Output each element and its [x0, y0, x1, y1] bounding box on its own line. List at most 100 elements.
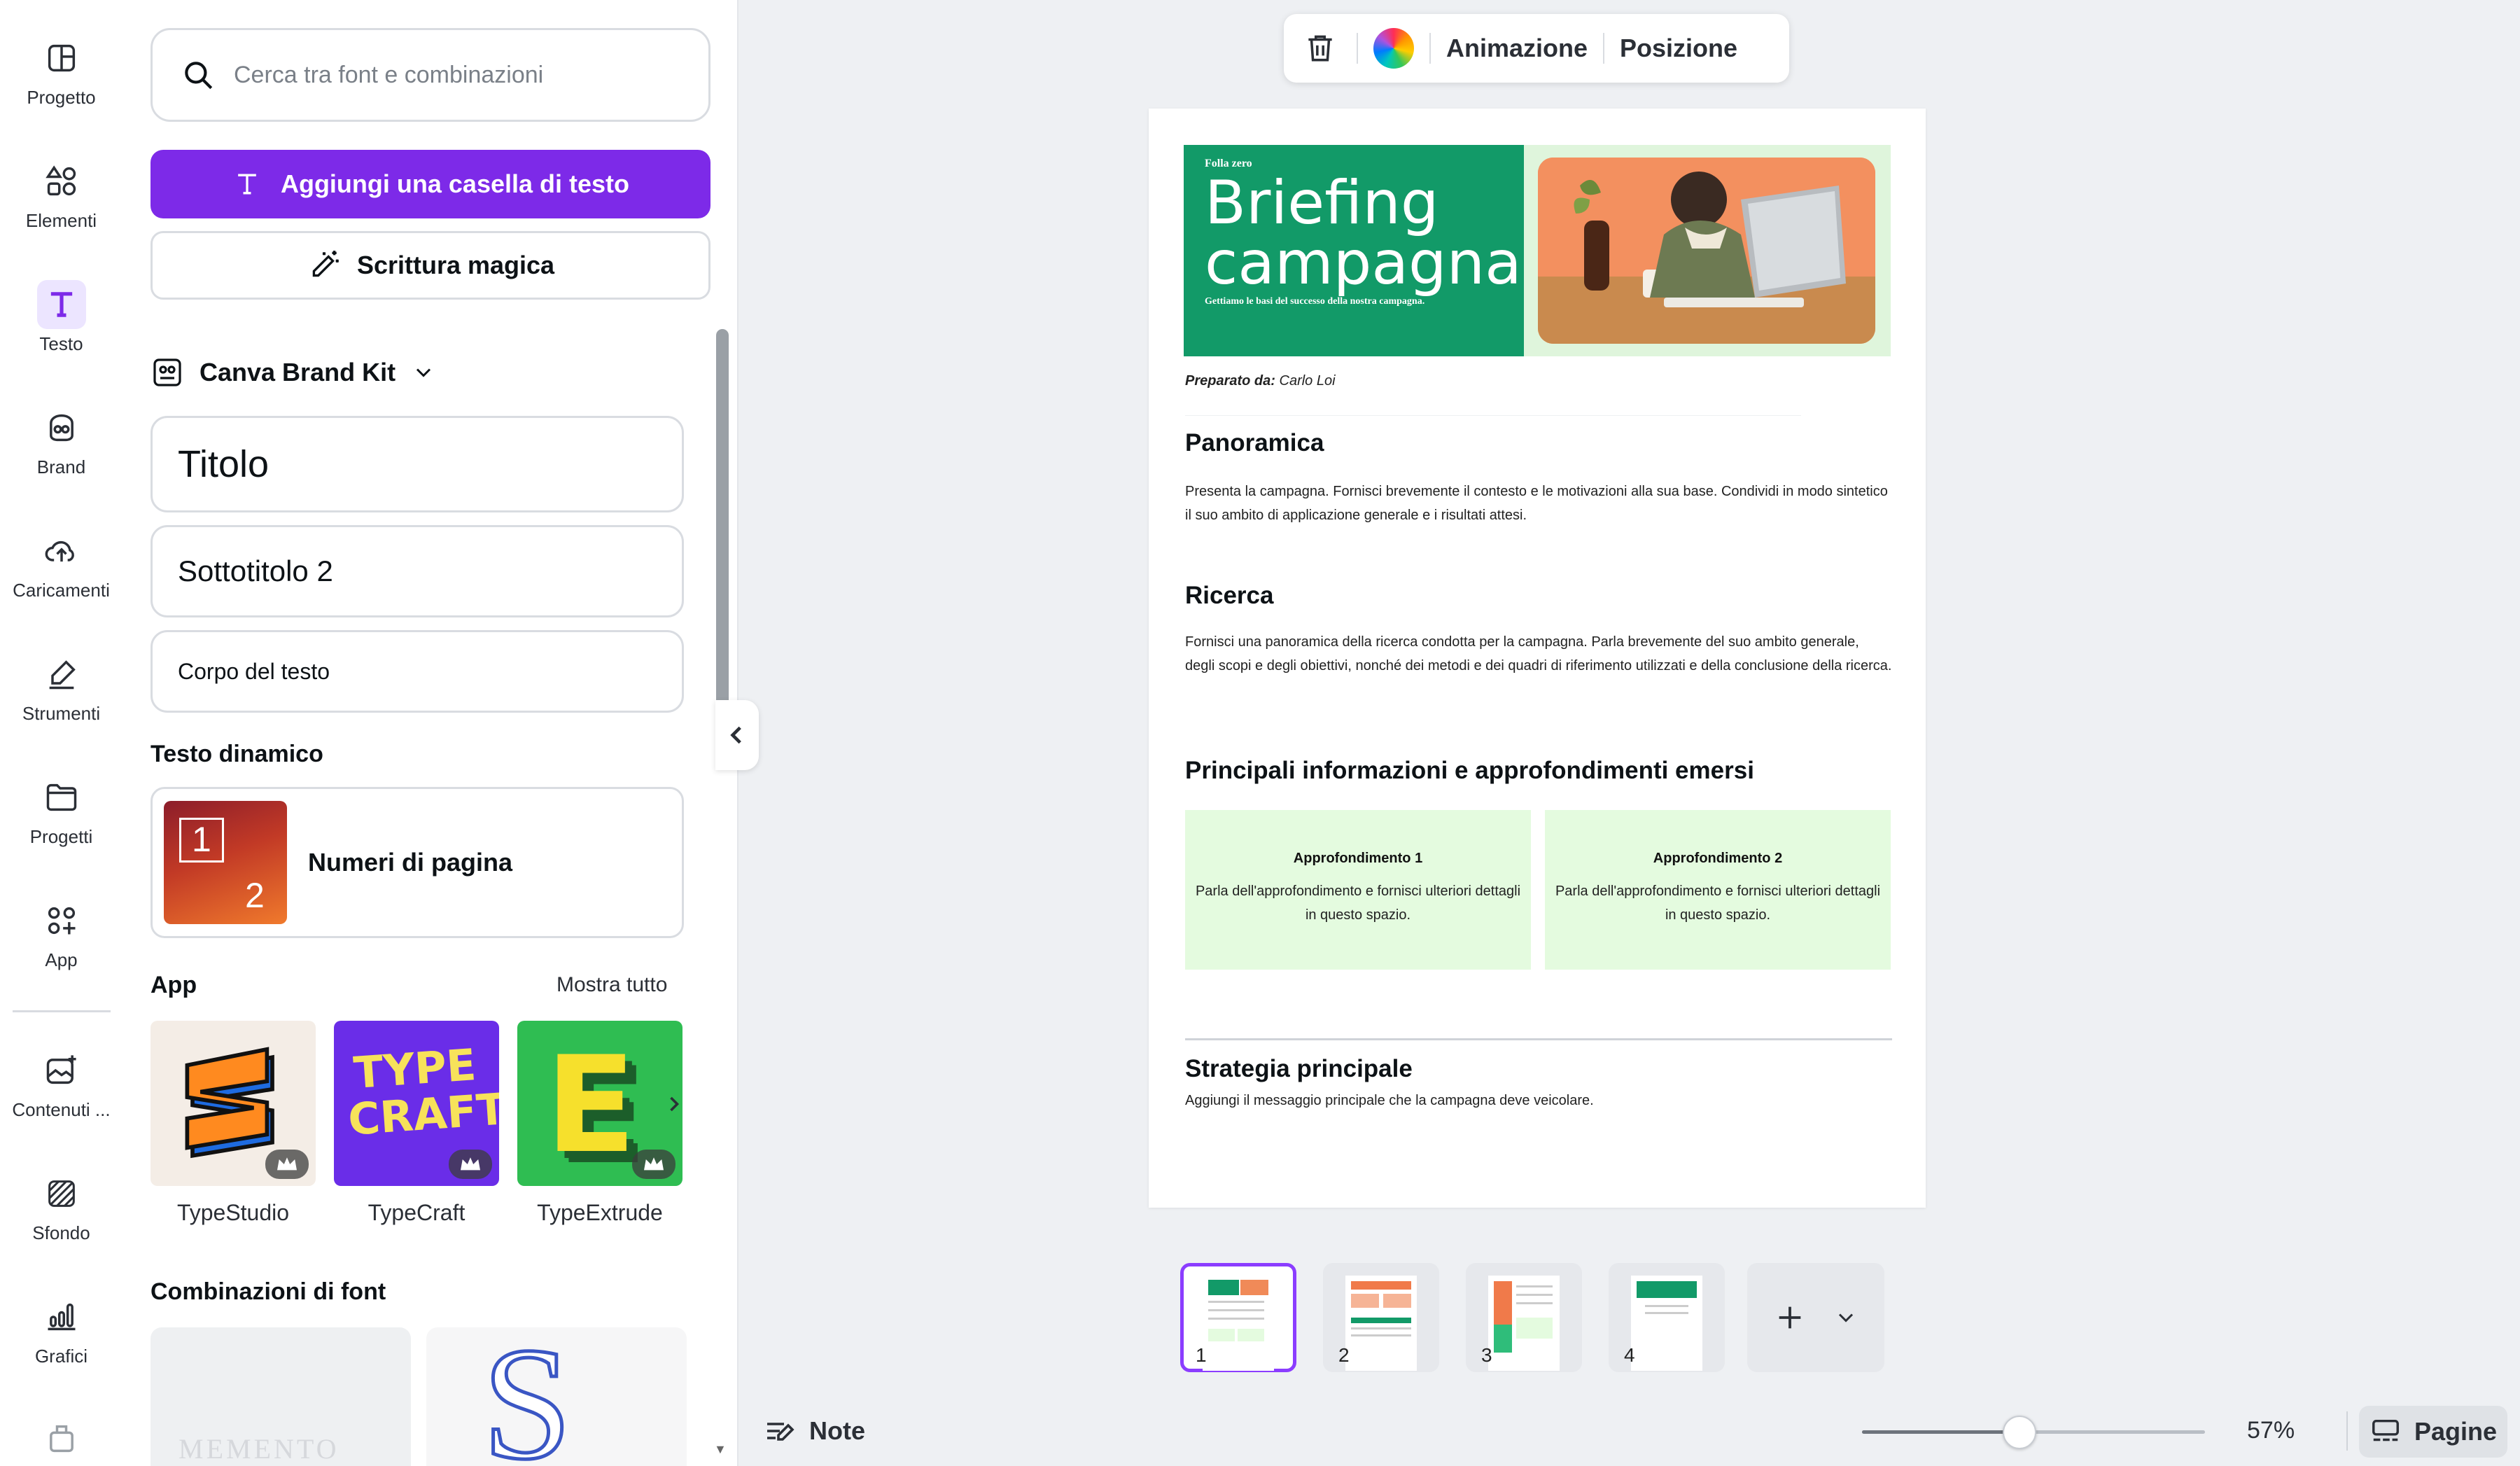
preset-body-label: Corpo del testo	[178, 658, 330, 684]
rail-label: Strumenti	[22, 703, 101, 724]
brand-icon	[37, 403, 86, 452]
page-thumbnail-3[interactable]: 3	[1466, 1263, 1582, 1372]
rail-item-progetti[interactable]: Progetti	[0, 773, 122, 848]
panel-scrollbar[interactable]	[716, 329, 729, 707]
rail-item-sfondo[interactable]: Sfondo	[0, 1169, 122, 1244]
pages-button[interactable]: Pagine	[2359, 1406, 2507, 1458]
rail-item-brand[interactable]: Brand	[0, 403, 122, 478]
bar-chart-icon	[37, 1292, 86, 1341]
typecraft-art: TYPE CRAFT	[346, 1039, 499, 1145]
strategy-heading[interactable]: Strategia principale	[1185, 1055, 1413, 1083]
overview-text[interactable]: Presenta la campagna. Fornisci brevement…	[1185, 480, 1892, 527]
chevron-right-icon[interactable]	[662, 1087, 687, 1122]
page-thumbnail-preview	[1203, 1276, 1274, 1371]
notes-button[interactable]: Note	[763, 1414, 865, 1448]
hero-title[interactable]: Briefing campagna	[1205, 173, 1527, 293]
research-text[interactable]: Fornisci una panoramica della ricerca co…	[1185, 630, 1892, 678]
insight-title: Approfondimento 1	[1293, 851, 1423, 866]
preset-body[interactable]: Corpo del testo	[150, 630, 684, 713]
page-thumbnail-preview	[1488, 1276, 1560, 1371]
animation-button[interactable]: Animazione	[1446, 34, 1588, 63]
magic-write-button[interactable]: Scrittura magica	[150, 231, 710, 300]
more-apps-icon	[37, 1414, 86, 1463]
rail-label: App	[45, 949, 78, 970]
preset-title-label: Titolo	[178, 443, 270, 485]
rail-label: Progetti	[29, 826, 93, 847]
page-numbers-card[interactable]: 1 2 Numeri di pagina	[150, 787, 684, 938]
page-number: 1	[1196, 1344, 1207, 1366]
hero-tagline: Gettiamo le basi del successo della nost…	[1205, 296, 1425, 307]
preset-title[interactable]: Titolo	[150, 416, 684, 512]
rail-item-elementi[interactable]: Elementi	[0, 157, 122, 232]
rail-label: Caricamenti	[13, 580, 110, 601]
rail-item-app[interactable]: App	[0, 896, 122, 971]
preset-subtitle[interactable]: Sottotitolo 2	[150, 525, 684, 617]
research-heading[interactable]: Ricerca	[1185, 582, 1273, 610]
cloud-upload-icon	[37, 526, 86, 575]
rail-item-progetto[interactable]: Progetto	[0, 34, 122, 109]
crown-icon	[265, 1150, 309, 1179]
rail-item-contenuti[interactable]: Contenuti ...	[0, 1046, 122, 1121]
app-typecraft[interactable]: TYPE CRAFT	[334, 1021, 499, 1186]
pages-grid-icon	[2372, 1419, 2399, 1441]
app-typeextrude[interactable]: E	[517, 1021, 682, 1186]
insights-heading[interactable]: Principali informazioni e approfondiment…	[1185, 757, 1754, 785]
font-combo-card[interactable]: S	[426, 1321, 687, 1466]
show-all-link[interactable]: Mostra tutto	[556, 973, 667, 997]
chevron-down-icon	[416, 368, 431, 377]
app-label: TypeStudio	[176, 1200, 290, 1225]
search-input[interactable]	[234, 61, 654, 89]
insight-card[interactable]: Approfondimento 2 Parla dell'approfondim…	[1545, 810, 1891, 970]
prepared-by-label: Preparato da:	[1185, 373, 1275, 389]
delete-button[interactable]	[1299, 27, 1341, 69]
page-thumbnail-4[interactable]: 4	[1609, 1263, 1725, 1372]
hero-banner[interactable]: Folla zero Briefing campagna Gettiamo le…	[1184, 145, 1891, 356]
app-typestudio[interactable]	[150, 1021, 316, 1186]
search-box[interactable]	[150, 28, 710, 122]
rail-item-caricamenti[interactable]: Caricamenti	[0, 526, 122, 601]
app-label: TypeExtrude	[537, 1200, 663, 1225]
typestudio-logo	[185, 1047, 274, 1159]
page-numbers-thumbnail: 1 2	[164, 801, 287, 924]
rail-label: Brand	[36, 456, 86, 477]
rail-item-testo[interactable]: Testo	[0, 280, 122, 355]
rail-item-strumenti[interactable]: Strumenti	[0, 650, 122, 725]
zoom-slider-handle[interactable]	[2003, 1416, 2037, 1449]
prepared-by-name: Carlo Loi	[1279, 373, 1336, 389]
collapse-panel-button[interactable]	[715, 700, 759, 770]
media-icon	[37, 1046, 86, 1095]
insight-title: Approfondimento 2	[1653, 851, 1783, 866]
insight-text: Parla dell'approfondimento e fornisci ul…	[1555, 884, 1881, 923]
insight-card[interactable]: Approfondimento 1 Parla dell'approfondim…	[1185, 810, 1531, 970]
page-number: 2	[1338, 1344, 1350, 1366]
toolbar-divider	[1429, 33, 1431, 64]
thumb-number-2: 2	[245, 876, 265, 915]
page-thumbnail-1[interactable]: 1	[1180, 1263, 1296, 1372]
bottom-divider	[2346, 1411, 2348, 1451]
scroll-down-arrow[interactable]: ▼	[714, 1442, 727, 1457]
document-page[interactable]: Folla zero Briefing campagna Gettiamo le…	[1149, 109, 1926, 1208]
toolbar-divider	[1603, 33, 1605, 64]
add-text-box-label: Aggiungi una casella di testo	[280, 169, 630, 198]
strategy-text[interactable]: Aggiungi il messaggio principale che la …	[1185, 1089, 1892, 1112]
rail-item-grafici[interactable]: Grafici	[0, 1292, 122, 1367]
section-divider	[1185, 1038, 1892, 1040]
page-thumbnail-2[interactable]: 2	[1323, 1263, 1439, 1372]
zoom-level[interactable]: 57%	[2247, 1417, 2295, 1444]
prepared-by[interactable]: Preparato da: Carlo Loi	[1185, 373, 1336, 389]
notes-label: Note	[809, 1416, 865, 1445]
toolbar-divider	[1357, 33, 1358, 64]
color-picker-button[interactable]	[1373, 28, 1414, 69]
chevron-down-icon[interactable]	[1833, 1305, 1858, 1330]
rail-item-more[interactable]	[0, 1414, 122, 1463]
add-page-button[interactable]	[1747, 1263, 1884, 1372]
hero-title-block: Folla zero Briefing campagna Gettiamo le…	[1184, 145, 1524, 356]
overview-heading[interactable]: Panoramica	[1185, 429, 1324, 457]
position-button[interactable]: Posizione	[1620, 34, 1737, 63]
brand-kit-dropdown[interactable]: Canva Brand Kit	[150, 356, 436, 389]
hero-photo[interactable]	[1538, 158, 1875, 344]
font-combo-card[interactable]: MEMENTO	[150, 1327, 411, 1466]
page-number: 4	[1624, 1344, 1635, 1366]
crown-icon	[632, 1150, 676, 1179]
add-text-box-button[interactable]: Aggiungi una casella di testo	[150, 150, 710, 218]
